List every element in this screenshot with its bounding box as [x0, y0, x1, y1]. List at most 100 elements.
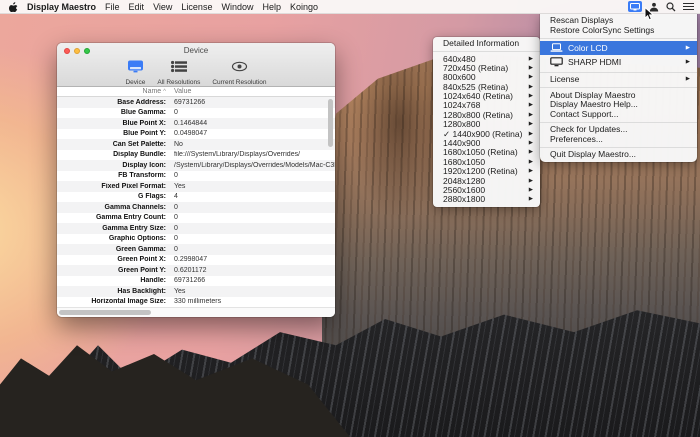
resolution-item-2048x1280[interactable]: 2048x1280▶	[433, 177, 540, 186]
resolution-item-720x450-retina[interactable]: 720x450 (Retina)▶	[433, 64, 540, 73]
table-row[interactable]: FB Transform:0	[57, 171, 335, 182]
table-row[interactable]: Gamma Entry Size:0	[57, 223, 335, 234]
menu-item-label: Restore ColorSync Settings	[550, 26, 690, 36]
row-value: 0	[169, 214, 335, 221]
resolution-item-1440x900-retina[interactable]: ✓ 1440x900 (Retina)▶	[433, 130, 540, 139]
row-value: 4	[169, 193, 335, 200]
display-extra-icon[interactable]	[628, 1, 642, 12]
row-name: FB Transform:	[57, 172, 169, 179]
horizontal-scrollbar-thumb[interactable]	[59, 310, 151, 315]
table-row[interactable]: Graphic Options:0	[57, 234, 335, 245]
submenu-arrow-icon: ▶	[529, 177, 533, 186]
resolution-item-1440x900[interactable]: 1440x900▶	[433, 139, 540, 148]
menu-item-rescan-displays[interactable]: Rescan Displays	[540, 16, 697, 26]
laptop-icon	[550, 43, 564, 53]
menubar-item-koingo[interactable]: Koingo	[290, 2, 318, 12]
resolution-item-1680x1050-retina[interactable]: 1680x1050 (Retina)▶	[433, 148, 540, 157]
toolbar-current-resolution-button[interactable]: Current Resolution	[212, 60, 266, 86]
table-row[interactable]: Has Backlight:Yes	[57, 286, 335, 297]
resolution-item-1280x800-retina[interactable]: 1280x800 (Retina)▶	[433, 111, 540, 120]
row-name: G Flags:	[57, 193, 169, 200]
table-row[interactable]: Handle:69731266	[57, 276, 335, 287]
submenu-header-detailed-information[interactable]: Detailed Information	[433, 39, 540, 49]
row-value: 0	[169, 172, 335, 179]
menu-item-label: Rescan Displays	[550, 16, 690, 26]
resolution-label: 1024x768	[443, 101, 525, 110]
table-row[interactable]: G Flags:4	[57, 192, 335, 203]
toolbar-all-resolutions-button[interactable]: All Resolutions	[157, 60, 200, 86]
window-title: Device	[57, 46, 335, 55]
menu-item-license[interactable]: License▶	[540, 75, 697, 85]
resolution-item-2560x1600[interactable]: 2560x1600▶	[433, 186, 540, 195]
table-row[interactable]: Blue Point X:0.1464844	[57, 118, 335, 129]
menu-item-sharp-hdmi[interactable]: SHARP HDMI▶	[540, 55, 697, 69]
table-row[interactable]: Base Address:69731266	[57, 97, 335, 108]
search-icon[interactable]	[666, 2, 676, 12]
resolution-label: 1920x1200 (Retina)	[443, 167, 525, 176]
table-row[interactable]: Display Bundle:file:///System/Library/Di…	[57, 150, 335, 161]
resolution-item-1024x768[interactable]: 1024x768▶	[433, 101, 540, 110]
apple-logo-icon[interactable]	[9, 2, 18, 12]
table-row[interactable]: Can Set Palette:No	[57, 139, 335, 150]
menu-item-check-for-updates[interactable]: Check for Updates...	[540, 125, 697, 135]
table-row[interactable]: Green Gamma:0	[57, 244, 335, 255]
device-window: Device Device All Resolutions	[57, 43, 335, 317]
table-header[interactable]: Name ^ Value	[57, 87, 335, 97]
menubar-item-help[interactable]: Help	[262, 2, 281, 12]
row-name: Display Icon:	[57, 162, 169, 169]
column-name: Name	[143, 88, 162, 95]
submenu-arrow-icon: ▶	[529, 120, 533, 129]
table-row[interactable]: Gamma Entry Count:0	[57, 213, 335, 224]
vertical-scrollbar[interactable]	[328, 99, 333, 147]
table-row[interactable]: Blue Point Y:0.0498047	[57, 129, 335, 140]
table-row[interactable]: Fixed Pixel Format:Yes	[57, 181, 335, 192]
table-row[interactable]: Blue Gamma:0	[57, 108, 335, 119]
table-row[interactable]: Gamma Channels:0	[57, 202, 335, 213]
device-table: Name ^ Value Base Address:69731266Blue G…	[57, 87, 335, 307]
row-value: Yes	[169, 288, 335, 295]
resolution-item-1920x1200-retina[interactable]: 1920x1200 (Retina)▶	[433, 167, 540, 176]
menu-item-restore-colorsync-settings[interactable]: Restore ColorSync Settings	[540, 26, 697, 36]
resolution-item-640x480[interactable]: 640x480▶	[433, 55, 540, 64]
notification-center-icon[interactable]	[683, 2, 694, 11]
table-row[interactable]: Horizontal Image Size:330 millimeters	[57, 297, 335, 308]
menu-item-label: License	[550, 75, 682, 85]
resolution-item-2880x1800[interactable]: 2880x1800▶	[433, 195, 540, 204]
row-name: Blue Gamma:	[57, 109, 169, 116]
toolbar-device-button[interactable]: Device	[125, 60, 145, 86]
submenu-arrow-icon: ▶	[529, 83, 533, 92]
row-name: Handle:	[57, 277, 169, 284]
menu-separator	[540, 72, 697, 73]
menu-item-display-maestro-help[interactable]: Display Maestro Help...	[540, 100, 697, 110]
menu-item-color-lcd[interactable]: Color LCD▶	[540, 41, 697, 55]
title-bar[interactable]: Device Device All Resolutions	[57, 43, 335, 87]
table-row[interactable]: Green Point X:0.2998047	[57, 255, 335, 266]
menubar-item-file[interactable]: File	[105, 2, 120, 12]
row-name: Has Backlight:	[57, 288, 169, 295]
submenu-arrow-icon: ▶	[529, 195, 533, 204]
menu-item-contact-support[interactable]: Contact Support...	[540, 110, 697, 120]
user-icon[interactable]	[649, 2, 659, 12]
resolution-item-840x525-retina[interactable]: 840x525 (Retina)▶	[433, 83, 540, 92]
resolution-item-1024x640-retina[interactable]: 1024x640 (Retina)▶	[433, 92, 540, 101]
menubar-app-name[interactable]: Display Maestro	[27, 2, 96, 12]
menubar-item-window[interactable]: Window	[221, 2, 253, 12]
resolution-item-1280x800[interactable]: 1280x800▶	[433, 120, 540, 129]
menu-separator	[433, 51, 540, 52]
menubar-item-view[interactable]: View	[153, 2, 172, 12]
menu-item-about-display-maestro[interactable]: About Display Maestro	[540, 91, 697, 101]
menu-item-preferences[interactable]: Preferences...	[540, 135, 697, 145]
row-value: 0	[169, 235, 335, 242]
horizontal-scrollbar[interactable]	[57, 307, 335, 317]
menubar-item-edit[interactable]: Edit	[129, 2, 145, 12]
row-name: Horizontal Image Size:	[57, 298, 169, 305]
menu-separator	[540, 122, 697, 123]
menubar-item-license[interactable]: License	[181, 2, 212, 12]
list-icon	[171, 60, 187, 78]
table-row[interactable]: Display Icon:/System/Library/Displays/Ov…	[57, 160, 335, 171]
resolution-item-1680x1050[interactable]: 1680x1050▶	[433, 158, 540, 167]
table-row[interactable]: Green Point Y:0.6201172	[57, 265, 335, 276]
resolution-item-800x600[interactable]: 800x600▶	[433, 73, 540, 82]
menu-item-quit-display-maestro[interactable]: Quit Display Maestro...	[540, 150, 697, 160]
menu-item-label: Color LCD	[568, 41, 682, 55]
